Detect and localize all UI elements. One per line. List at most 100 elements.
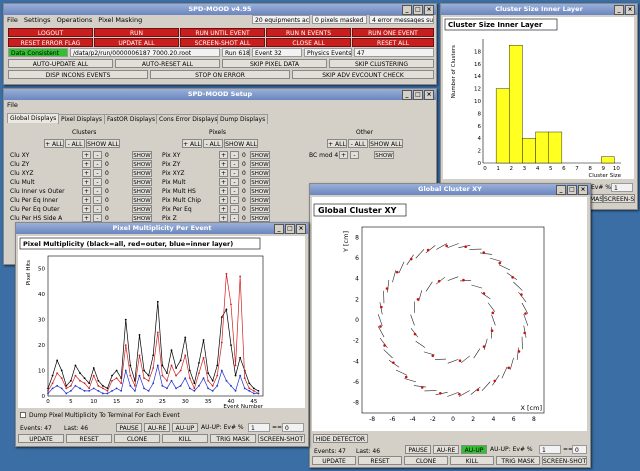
minimize-icon[interactable]: _ xyxy=(402,5,412,15)
pixel-row-plus-button[interactable]: + xyxy=(219,169,228,177)
minimize-icon[interactable]: _ xyxy=(556,185,566,195)
pixel-row-minus-button[interactable]: - xyxy=(230,160,239,168)
gxy-pause-button[interactable]: PAUSE xyxy=(405,445,431,454)
main-titlebar[interactable]: SPD-MOOD v4.95 _ □ × xyxy=(4,4,436,15)
pixel-row-show-button[interactable]: SHOW xyxy=(250,160,270,168)
cluster-row-minus-button[interactable]: - xyxy=(93,187,102,195)
close-icon[interactable]: × xyxy=(578,185,588,195)
bc-mod4-plus-button[interactable]: + xyxy=(339,151,348,159)
maximize-icon[interactable]: □ xyxy=(285,224,295,234)
pixel-row-plus-button[interactable]: + xyxy=(219,178,228,186)
close-all-button[interactable]: CLOSE ALL xyxy=(266,38,351,47)
menu-pixel-masking[interactable]: Pixel Masking xyxy=(98,15,142,25)
auto-update-all-button[interactable]: AUTO-UPDATE ALL xyxy=(8,59,113,68)
update-all-button[interactable]: UPDATE ALL xyxy=(94,38,179,47)
tab-dump-displays[interactable]: Dump Displays xyxy=(217,114,269,124)
run-button[interactable]: RUN xyxy=(94,28,179,37)
hide-detector-button[interactable]: HIDE DETECTOR xyxy=(313,434,368,443)
cluster-size-ev-input[interactable]: 1 xyxy=(611,183,633,192)
gxy-update-button[interactable]: UPDATE xyxy=(312,456,356,465)
menu-operations[interactable]: Operations xyxy=(57,15,93,25)
pixels-show-all-button[interactable]: SHOW ALL xyxy=(224,139,258,148)
bc-mod4-show-button[interactable]: SHOW xyxy=(374,151,394,159)
pixel-row-show-button[interactable]: SHOW xyxy=(250,205,270,213)
pixel-row-plus-button[interactable]: + xyxy=(219,205,228,213)
close-icon[interactable]: × xyxy=(625,5,635,15)
gxy-trig-mask-button[interactable]: TRIG MASK xyxy=(496,456,540,465)
pixel-row-minus-button[interactable]: - xyxy=(230,205,239,213)
cluster-row-minus-button[interactable]: - xyxy=(93,196,102,204)
run-one-event-button[interactable]: RUN ONE EVENT xyxy=(352,28,434,37)
skip-adv-evcount-check-button[interactable]: SKIP ADV EVCOUNT CHECK xyxy=(292,70,434,79)
global-xy-titlebar[interactable]: Global Cluster XY _ □ × xyxy=(310,184,590,195)
run-n-events-button[interactable]: RUN N EVENTS xyxy=(266,28,351,37)
cluster-row-show-button[interactable]: SHOW xyxy=(132,187,152,195)
gxy-screenshot-button[interactable]: SCREEN-SHOT xyxy=(542,456,587,465)
pixel-row-show-button[interactable]: SHOW xyxy=(250,169,270,177)
disp-incons-events-button[interactable]: DISP INCONS EVENTS xyxy=(8,70,148,79)
pixel-row-minus-button[interactable]: - xyxy=(230,151,239,159)
cluster-size-mask-button[interactable]: MASK xyxy=(589,194,603,203)
maximize-icon[interactable]: □ xyxy=(413,5,423,15)
pm-reset-button[interactable]: RESET xyxy=(66,434,112,443)
pm-ev-input[interactable]: 1 xyxy=(248,423,270,432)
reset-all-button[interactable]: RESET ALL xyxy=(352,38,434,47)
pixel-row-show-button[interactable]: SHOW xyxy=(250,214,270,222)
cluster-row-plus-button[interactable]: + xyxy=(82,205,91,213)
cluster-size-screenshot-button[interactable]: SCREEN-SHOT xyxy=(603,194,635,203)
auto-reset-all-button[interactable]: AUTO-RESET ALL xyxy=(115,59,220,68)
setup-titlebar[interactable]: SPD-MOOD Setup _ □ × xyxy=(4,89,436,100)
menu-settings[interactable]: Settings xyxy=(24,15,51,25)
pixel-row-show-button[interactable]: SHOW xyxy=(250,178,270,186)
pixels-plus-all-button[interactable]: + ALL xyxy=(182,139,202,148)
pm-aure-button[interactable]: AU-RE xyxy=(144,423,170,432)
cluster-row-plus-button[interactable]: + xyxy=(82,196,91,204)
pm-update-button[interactable]: UPDATE xyxy=(18,434,64,443)
cluster-size-titlebar[interactable]: Cluster Size Inner Layer _ × xyxy=(441,4,637,15)
pixel-mult-titlebar[interactable]: Pixel Multiplicity Per Event _ □ × xyxy=(16,223,308,234)
tab-pixel-displays[interactable]: Pixel Displays xyxy=(58,114,106,124)
other-show-all-button[interactable]: SHOW ALL xyxy=(369,139,403,148)
cluster-row-show-button[interactable]: SHOW xyxy=(132,178,152,186)
maximize-icon[interactable]: □ xyxy=(567,185,577,195)
clusters-show-all-button[interactable]: SHOW ALL xyxy=(86,139,120,148)
cluster-row-show-button[interactable]: SHOW xyxy=(132,151,152,159)
cluster-row-minus-button[interactable]: - xyxy=(93,178,102,186)
cluster-row-plus-button[interactable]: + xyxy=(82,187,91,195)
gxy-ev-input[interactable]: 1 xyxy=(539,445,561,454)
cluster-row-minus-button[interactable]: - xyxy=(93,160,102,168)
menu-file[interactable]: File xyxy=(7,15,18,25)
minimize-icon[interactable]: _ xyxy=(402,90,412,100)
gxy-clone-button[interactable]: CLONE xyxy=(404,456,448,465)
pixel-row-show-button[interactable]: SHOW xyxy=(250,187,270,195)
cluster-row-plus-button[interactable]: + xyxy=(82,178,91,186)
cluster-row-plus-button[interactable]: + xyxy=(82,214,91,222)
other-minus-all-button[interactable]: - ALL xyxy=(348,139,368,148)
cluster-row-minus-button[interactable]: - xyxy=(93,151,102,159)
gxy-aure-button[interactable]: AU-RE xyxy=(433,445,459,454)
menu-file[interactable]: File xyxy=(7,100,18,110)
pixel-row-plus-button[interactable]: + xyxy=(219,187,228,195)
close-icon[interactable]: × xyxy=(424,90,434,100)
cluster-row-plus-button[interactable]: + xyxy=(82,160,91,168)
tab-global-displays[interactable]: Global Displays xyxy=(7,113,60,123)
close-icon[interactable]: × xyxy=(296,224,306,234)
logout-button[interactable]: LOGOUT xyxy=(8,28,93,37)
pixel-row-show-button[interactable]: SHOW xyxy=(250,196,270,204)
pixel-row-minus-button[interactable]: - xyxy=(230,196,239,204)
cluster-row-plus-button[interactable]: + xyxy=(82,169,91,177)
cluster-row-show-button[interactable]: SHOW xyxy=(132,196,152,204)
cluster-row-show-button[interactable]: SHOW xyxy=(132,169,152,177)
tab-cons-error-displays[interactable]: Cons Error Displays xyxy=(156,114,221,124)
cluster-row-show-button[interactable]: SHOW xyxy=(132,205,152,213)
pixel-row-minus-button[interactable]: - xyxy=(230,178,239,186)
pixel-row-show-button[interactable]: SHOW xyxy=(250,151,270,159)
pm-screenshot-button[interactable]: SCREEN-SHOT xyxy=(258,434,305,443)
cluster-row-minus-button[interactable]: - xyxy=(93,169,102,177)
pixel-row-minus-button[interactable]: - xyxy=(230,169,239,177)
gxy-reset-button[interactable]: RESET xyxy=(358,456,402,465)
pm-pause-button[interactable]: PAUSE xyxy=(116,423,142,432)
reset-error-flag-button[interactable]: RESET ERROR FLAG xyxy=(8,38,93,47)
pixels-minus-all-button[interactable]: - ALL xyxy=(203,139,223,148)
clusters-plus-all-button[interactable]: + ALL xyxy=(44,139,64,148)
